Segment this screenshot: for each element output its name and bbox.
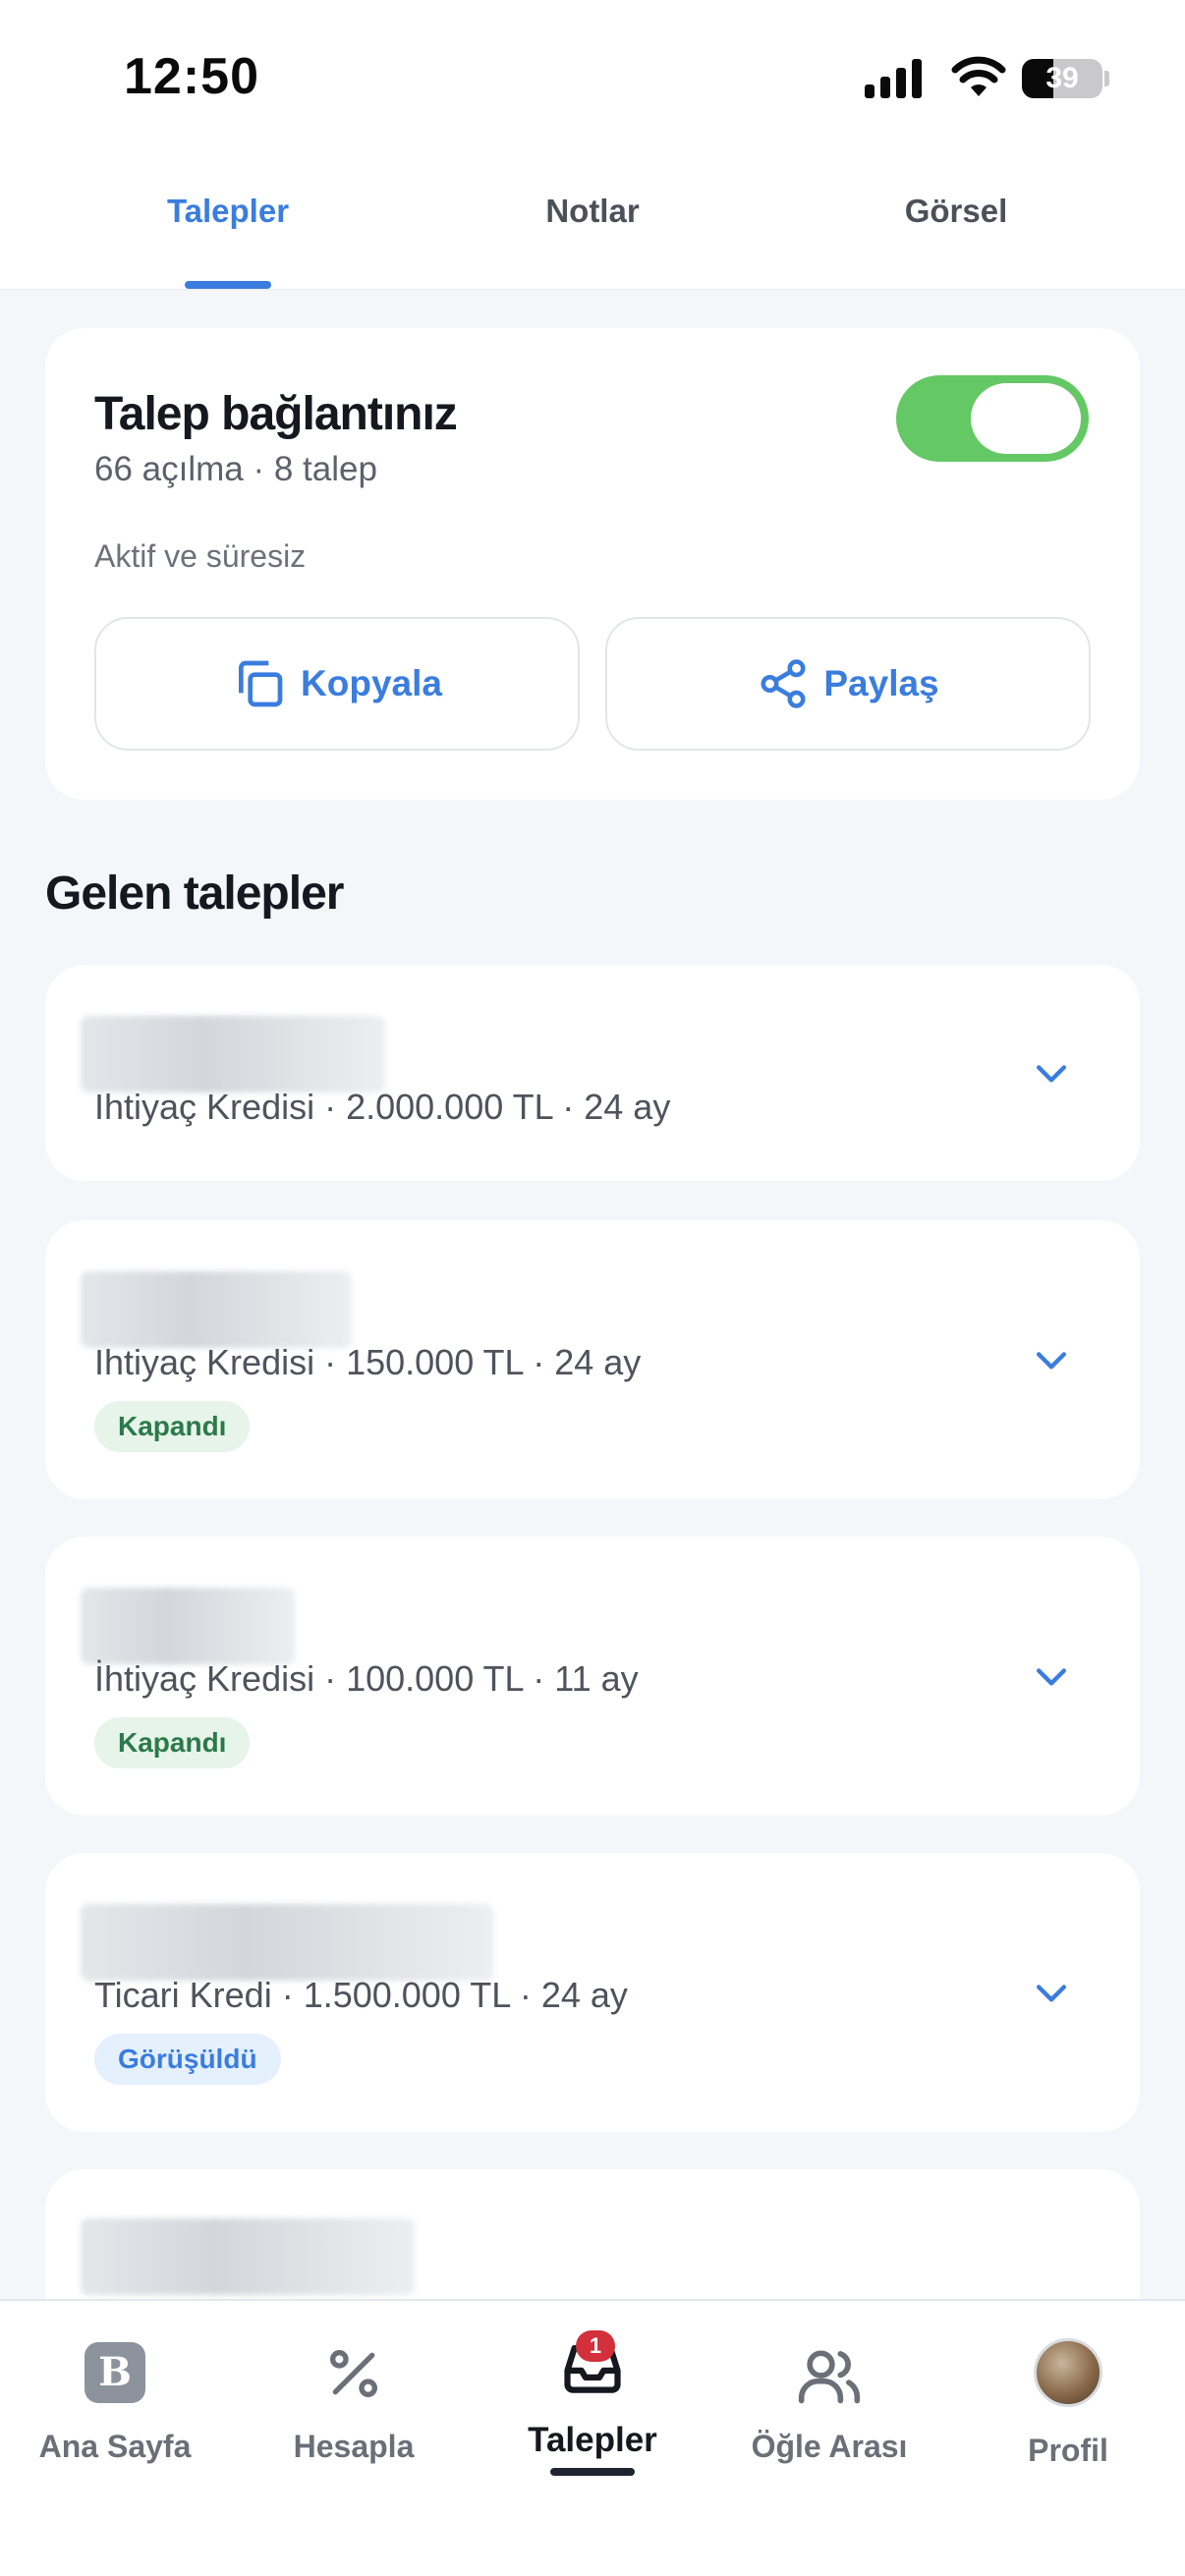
nav-label: Öğle Arası	[751, 2429, 908, 2464]
wifi-icon	[951, 56, 1006, 96]
copy-icon	[239, 660, 283, 707]
tab-gorsel[interactable]: Görsel	[774, 157, 1138, 291]
copy-button[interactable]: Kopyala	[94, 617, 580, 751]
request-meta: Ihtiyaç Kredisi · 2.000.000 TL · 24 ay	[94, 1087, 671, 1127]
incoming-requests-title: Gelen talepler	[45, 868, 344, 920]
active-nav-indicator	[550, 2468, 635, 2476]
status-badge: Kapandı	[94, 1717, 251, 1768]
nav-item-hesapla[interactable]: Hesapla	[236, 2301, 472, 2497]
cellular-signal-icon	[865, 59, 922, 98]
request-link-card: Talep bağlantınız 66 açılma · 8 talep Ak…	[45, 328, 1140, 800]
avatar-icon	[1034, 2338, 1102, 2407]
notification-badge: 1	[576, 2330, 615, 2362]
status-badge: Kapandı	[94, 1401, 251, 1452]
nav-icon-wrap: B	[0, 2342, 233, 2411]
status-bar: 12:50 39	[0, 0, 1185, 157]
active-tab-indicator	[185, 281, 271, 289]
chevron-down-icon[interactable]	[1030, 1338, 1073, 1381]
link-card-stats: 66 açılma · 8 talep	[94, 450, 377, 488]
redacted-name	[81, 2218, 415, 2295]
battery-icon: 39	[1022, 59, 1102, 98]
link-card-status: Aktif ve süresiz	[94, 538, 307, 574]
nav-icon-wrap	[950, 2338, 1185, 2407]
battery-cap	[1104, 71, 1109, 86]
copy-button-label: Kopyala	[301, 663, 442, 703]
request-card[interactable]: İhtiyaç Kredisi · 100.000 TL · 11 ay Kap…	[45, 1537, 1140, 1816]
chevron-down-icon[interactable]	[1030, 1051, 1073, 1094]
nav-label: Ana Sayfa	[38, 2429, 192, 2464]
share-icon	[761, 659, 806, 708]
request-meta: Ihtiyaç Kredisi · 150.000 TL · 24 ay	[94, 1342, 642, 1382]
request-meta: İhtiyaç Kredisi · 100.000 TL · 11 ay	[94, 1658, 639, 1699]
percent-icon	[330, 2350, 377, 2397]
redacted-name	[81, 1271, 352, 1348]
nav-item-profil[interactable]: Profil	[950, 2301, 1185, 2497]
top-tab-bar: Talepler Notlar Görsel	[0, 157, 1185, 291]
chevron-down-icon[interactable]	[1030, 1971, 1073, 2014]
share-button-label: Paylaş	[823, 663, 939, 703]
request-card[interactable]: Ihtiyaç Kredisi · 2.000.000 TL · 24 ay	[45, 965, 1140, 1181]
nav-label: Talepler	[528, 2421, 657, 2459]
toggle-knob	[971, 383, 1081, 454]
request-card[interactable]: Ticari Kredi · 1.500.000 TL · 24 ay Görü…	[45, 1853, 1140, 2132]
users-icon	[798, 2350, 861, 2404]
nav-icon-wrap	[236, 2342, 472, 2411]
nav-item-ana-sayfa[interactable]: B Ana Sayfa	[0, 2301, 233, 2497]
redacted-name	[81, 1904, 493, 1981]
link-card-title: Talep bağlantınız	[94, 388, 458, 440]
request-card[interactable]: Ihtiyaç Kredisi · 150.000 TL · 24 ay Kap…	[45, 1220, 1140, 1499]
chevron-down-icon[interactable]	[1030, 1654, 1073, 1698]
status-time: 12:50	[124, 48, 259, 105]
nav-label: Profil	[1028, 2433, 1108, 2468]
redacted-name	[81, 1016, 385, 1092]
link-active-toggle[interactable]	[896, 375, 1089, 462]
request-meta: Ticari Kredi · 1.500.000 TL · 24 ay	[94, 1975, 628, 2015]
nav-item-ogle-arasi[interactable]: Öğle Arası	[711, 2301, 947, 2497]
battery-level: 39	[1045, 62, 1079, 94]
redacted-name	[81, 1588, 295, 1664]
share-button[interactable]: Paylaş	[605, 617, 1091, 751]
tab-talepler[interactable]: Talepler	[46, 157, 410, 291]
home-logo-icon: B	[85, 2342, 145, 2403]
bottom-navigation: B Ana Sayfa Hesapla Talepler 1 Öğle Aras…	[0, 2299, 1185, 2576]
nav-label: Hesapla	[293, 2429, 415, 2464]
tab-notlar[interactable]: Notlar	[411, 157, 774, 291]
nav-icon-wrap	[711, 2342, 947, 2411]
status-badge: Görüşüldü	[94, 2034, 281, 2085]
